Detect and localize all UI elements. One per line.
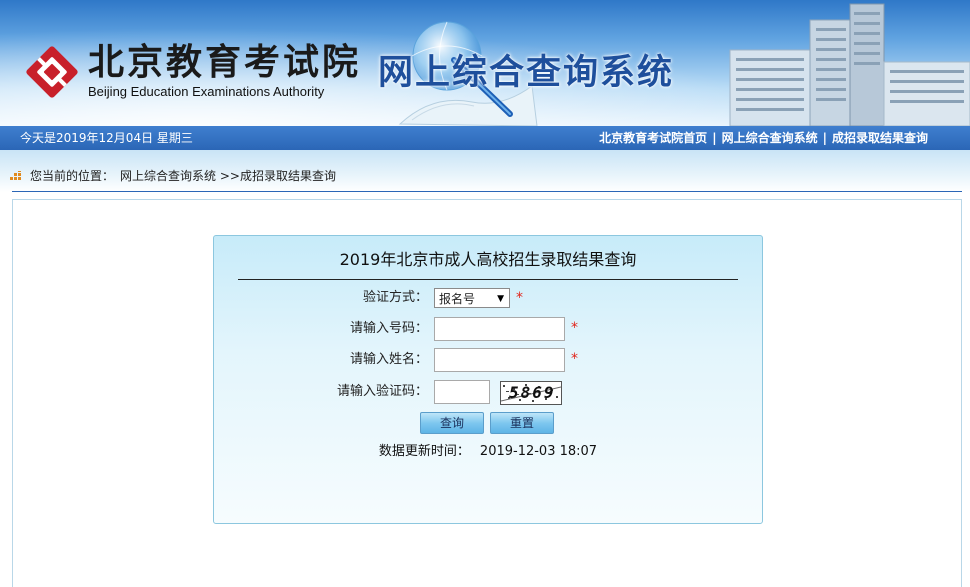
verify-method-label: 验证方式： — [362, 290, 428, 305]
name-label: 请输入姓名： — [349, 352, 428, 367]
number-input[interactable] — [434, 317, 565, 341]
current-date: 今天是2019年12月04日 星期三 — [20, 131, 193, 145]
name-input[interactable] — [434, 348, 565, 372]
breadcrumb-prefix: 您当前的位置： — [30, 169, 115, 183]
update-time-label: 数据更新时间： — [378, 444, 470, 459]
captcha-input[interactable] — [434, 380, 490, 404]
system-title: 网上综合查询系统 — [378, 53, 675, 93]
required-mark: * — [516, 290, 523, 306]
update-time-value: 2019-12-03 18:07 — [479, 444, 598, 459]
required-mark: * — [571, 320, 578, 336]
location-grid-icon — [10, 170, 21, 180]
logo-english-name: Beijing Education Examinations Authority — [88, 84, 325, 99]
number-label: 请输入号码： — [349, 321, 428, 336]
form-title-divider — [238, 279, 738, 280]
top-navbar: 今天是2019年12月04日 星期三 北京教育考试院首页 | 网上综合查询系统 | 成招… — [0, 126, 970, 150]
nav-separator: | — [822, 131, 827, 145]
query-form-box: 2019年北京市成人高校招生录取结果查询 验证方式： 报名号 ▼ * 请输入号码… — [213, 235, 763, 524]
verify-method-value: 报名号 — [439, 292, 476, 306]
nav-links: 北京教育考试院首页 | 网上综合查询系统 | 成招录取结果查询 — [599, 126, 928, 150]
breadcrumb-divider — [12, 191, 962, 192]
form-title: 2019年北京市成人高校招生录取结果查询 — [339, 250, 637, 269]
verify-method-select[interactable]: 报名号 ▼ — [434, 288, 510, 308]
nav-separator: | — [712, 131, 717, 145]
reset-button[interactable]: 重置 — [490, 412, 554, 434]
breadcrumb-path: 网上综合查询系统 >>成招录取结果查询 — [120, 169, 336, 183]
nav-link-admission-result[interactable]: 成招录取结果查询 — [832, 131, 928, 145]
site-banner: 北京教育考试院 Beijing Education Examinations A… — [0, 0, 970, 126]
breadcrumb: 您当前的位置： 网上综合查询系统 >>成招录取结果查询 — [10, 168, 336, 184]
captcha-label: 请输入验证码： — [336, 384, 428, 399]
nav-link-home[interactable]: 北京教育考试院首页 — [599, 131, 707, 145]
captcha-text: 5869 — [509, 383, 556, 402]
building-illustration-icon — [729, 3, 970, 126]
query-button[interactable]: 查询 — [420, 412, 484, 434]
captcha-image[interactable]: 5869 — [500, 381, 562, 405]
logo-chinese-name: 北京教育考试院 — [88, 41, 362, 83]
education-authority-logo-icon — [26, 46, 78, 98]
nav-link-query-system[interactable]: 网上综合查询系统 — [722, 131, 818, 145]
required-mark: * — [571, 351, 578, 367]
dropdown-arrow-icon: ▼ — [497, 294, 504, 304]
data-update-time: 数据更新时间： 2019-12-03 18:07 — [214, 440, 762, 459]
